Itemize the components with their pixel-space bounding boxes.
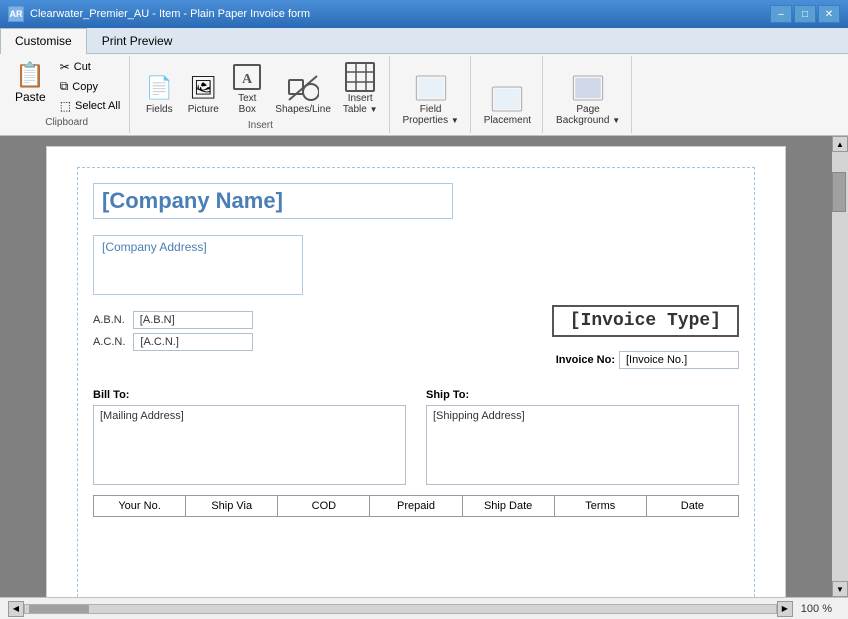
scroll-right-arrow[interactable]: ▶ [777, 601, 793, 617]
th-date: Date [647, 496, 738, 516]
placement-icon [491, 83, 523, 115]
picture-label: Picture [188, 104, 219, 115]
page-background-label: PageBackground ▼ [556, 104, 620, 126]
app-icon: AR [8, 6, 24, 22]
bill-to-label: Bill To: [93, 389, 406, 401]
insert-table-icon [344, 61, 376, 93]
shapes-line-icon [287, 72, 319, 104]
picture-icon: 🖼 [187, 72, 219, 104]
paste-button[interactable]: 📋 Paste [8, 58, 53, 115]
select-all-label: Select All [75, 100, 120, 112]
insert-table-button[interactable]: InsertTable ▼ [338, 58, 383, 118]
cut-label: Cut [74, 61, 91, 73]
copy-label: Copy [72, 81, 98, 93]
select-all-icon: ⬚ [60, 99, 71, 113]
document: [Company Name] [Company Address] A.B.N. … [46, 146, 786, 597]
status-left: ◀ ▶ [8, 601, 793, 617]
acn-value[interactable]: [A.C.N.] [133, 333, 253, 351]
paste-label: Paste [15, 90, 46, 104]
ribbon-content: 📋 Paste ✂ Cut ⧉ Copy ⬚ Select All [0, 54, 848, 135]
placement-group: Placement [473, 56, 543, 133]
horizontal-scroll-thumb[interactable] [29, 605, 89, 613]
fields-button[interactable]: 📄 Fields [138, 69, 180, 118]
svg-text:A: A [242, 72, 253, 87]
field-properties-group: FieldProperties ▼ [392, 56, 471, 133]
field-properties-button[interactable]: FieldProperties ▼ [398, 69, 464, 129]
canvas-area[interactable]: [Company Name] [Company Address] A.B.N. … [0, 136, 832, 597]
abn-value[interactable]: [A.B.N] [133, 311, 253, 329]
minimize-button[interactable]: – [770, 5, 792, 23]
th-terms: Terms [555, 496, 647, 516]
page-background-icon [572, 72, 604, 104]
select-all-button[interactable]: ⬚ Select All [55, 97, 126, 115]
ship-to-label: Ship To: [426, 389, 739, 401]
placement-label: Placement [484, 115, 531, 126]
copy-icon: ⧉ [60, 79, 69, 94]
picture-button[interactable]: 🖼 Picture [182, 69, 224, 118]
tab-print-preview[interactable]: Print Preview [87, 28, 188, 53]
textbox-button[interactable]: A TextBox [226, 58, 268, 118]
insert-group: 📄 Fields 🖼 Picture A TextBox [132, 56, 389, 133]
ship-to-field[interactable]: [Shipping Address] [426, 405, 739, 485]
invoice-no-label: Invoice No: [556, 354, 615, 366]
invoice-no-value[interactable]: [Invoice No.] [619, 351, 739, 369]
field-properties-label: FieldProperties ▼ [403, 104, 459, 126]
bill-to-field[interactable]: [Mailing Address] [93, 405, 406, 485]
clipboard-label: Clipboard [8, 117, 125, 128]
insert-table-label: InsertTable ▼ [343, 93, 378, 115]
insert-group-label: Insert [138, 120, 382, 131]
status-bar: ◀ ▶ 100 % [0, 597, 848, 619]
invoice-no-row: Invoice No: [Invoice No.] [556, 351, 739, 369]
scroll-left-arrow[interactable]: ◀ [8, 601, 24, 617]
paste-icon: 📋 [15, 61, 45, 90]
invoice-type-field[interactable]: [Invoice Type] [552, 305, 739, 337]
shapes-line-button[interactable]: Shapes/Line [270, 69, 336, 118]
th-ship-via: Ship Via [186, 496, 278, 516]
th-prepaid: Prepaid [370, 496, 462, 516]
placement-button[interactable]: Placement [479, 80, 536, 129]
cut-button[interactable]: ✂ Cut [55, 58, 126, 76]
maximize-button[interactable]: □ [794, 5, 816, 23]
clipboard-group: 📋 Paste ✂ Cut ⧉ Copy ⬚ Select All [4, 56, 130, 133]
document-border: [Company Name] [Company Address] A.B.N. … [77, 167, 755, 597]
abn-row: A.B.N. [A.B.N] [93, 311, 253, 329]
zoom-level: 100 % [793, 603, 840, 615]
company-address-field[interactable]: [Company Address] [93, 235, 303, 295]
fields-label: Fields [146, 104, 173, 115]
table-header-row: Your No. Ship Via COD Prepaid Ship Date … [93, 495, 739, 517]
horizontal-scroll-track[interactable] [24, 604, 777, 614]
close-button[interactable]: ✕ [818, 5, 840, 23]
main-area: [Company Name] [Company Address] A.B.N. … [0, 136, 848, 597]
copy-button[interactable]: ⧉ Copy [55, 77, 126, 96]
addresses-section: Bill To: [Mailing Address] Ship To: [Shi… [93, 389, 739, 485]
th-cod: COD [278, 496, 370, 516]
vertical-scrollbar[interactable]: ▲ ▼ [832, 136, 848, 597]
shapes-line-label: Shapes/Line [275, 104, 331, 115]
company-name-field[interactable]: [Company Name] [93, 183, 453, 219]
scroll-up-arrow[interactable]: ▲ [832, 136, 848, 152]
th-ship-date: Ship Date [463, 496, 555, 516]
cut-icon: ✂ [60, 60, 70, 74]
ship-to-box: Ship To: [Shipping Address] [426, 389, 739, 485]
scroll-thumb[interactable] [832, 172, 846, 212]
textbox-icon: A [231, 61, 263, 93]
acn-label: A.C.N. [93, 336, 125, 348]
page-background-group: PageBackground ▼ [545, 56, 632, 133]
tab-customise[interactable]: Customise [0, 28, 87, 54]
title-bar: AR Clearwater_Premier_AU - Item - Plain … [0, 0, 848, 28]
ribbon-tab-bar: Customise Print Preview [0, 28, 848, 54]
bill-to-box: Bill To: [Mailing Address] [93, 389, 406, 485]
th-your-no: Your No. [94, 496, 186, 516]
field-properties-icon [415, 72, 447, 104]
textbox-label: TextBox [238, 93, 256, 115]
abn-label: A.B.N. [93, 314, 125, 326]
window-title: Clearwater_Premier_AU - Item - Plain Pap… [30, 8, 310, 20]
scroll-down-arrow[interactable]: ▼ [832, 581, 848, 597]
acn-row: A.C.N. [A.C.N.] [93, 333, 253, 351]
page-background-button[interactable]: PageBackground ▼ [551, 69, 625, 129]
fields-icon: 📄 [143, 72, 175, 104]
ribbon: Customise Print Preview 📋 Paste ✂ Cut ⧉ [0, 28, 848, 136]
